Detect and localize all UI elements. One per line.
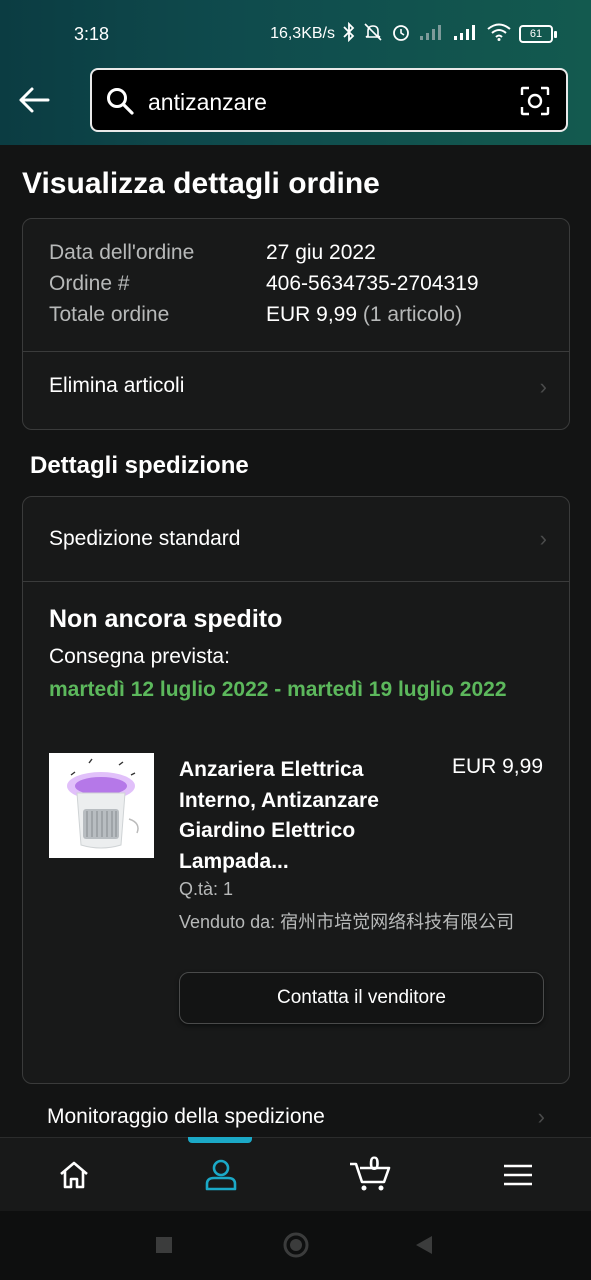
search-query[interactable]: antizanzare xyxy=(148,89,267,116)
order-date-value: 27 giu 2022 xyxy=(266,241,376,264)
contact-seller-button[interactable]: Contatta il venditore xyxy=(179,972,544,1024)
status-bar: 3:18 16,3KB/s 61 xyxy=(0,0,591,66)
status-time: 3:18 xyxy=(74,24,110,44)
triangle-back-icon xyxy=(416,1236,432,1254)
shipment-status: Non ancora spedito xyxy=(49,605,283,633)
network-speed: 16,3KB/s xyxy=(270,25,335,42)
order-total-amount: EUR 9,99 xyxy=(266,303,358,326)
app-header: 3:18 16,3KB/s 61 antizanzare xyxy=(0,0,591,145)
signal-strong-icon xyxy=(453,23,479,45)
order-item-count: (1 articolo) xyxy=(362,303,463,326)
divider xyxy=(23,581,569,582)
account-icon xyxy=(205,1159,236,1191)
delivery-estimate-label: Consegna prevista: xyxy=(49,645,230,668)
signal-weak-icon xyxy=(419,23,445,45)
search-input[interactable]: antizanzare xyxy=(90,68,568,132)
order-number-row: Ordine # 406-5634735-2704319 xyxy=(49,272,479,296)
order-total-label: Totale ordine xyxy=(49,303,170,326)
status-icons: 16,3KB/s 61 xyxy=(270,21,557,46)
back-arrow-icon xyxy=(19,87,50,113)
track-shipment-link[interactable]: Monitoraggio della spedizione xyxy=(47,1105,325,1129)
shipping-method-link[interactable]: Spedizione standard › xyxy=(23,497,569,581)
alarm-icon xyxy=(391,22,411,46)
mosquito-lamp-image xyxy=(49,753,154,858)
product-quantity: Q.tà: 1 xyxy=(179,879,234,899)
chevron-right-icon: › xyxy=(539,526,547,551)
chevron-right-icon: › xyxy=(539,374,547,399)
square-icon xyxy=(156,1237,172,1253)
delete-items-label[interactable]: Elimina articoli xyxy=(49,374,184,398)
order-number-value: 406-5634735-2704319 xyxy=(266,272,479,295)
circle-icon xyxy=(283,1232,309,1258)
nav-menu[interactable] xyxy=(444,1138,591,1212)
seller-label: Venduto da: xyxy=(179,912,276,932)
order-total-value: EUR 9,99 (1 articolo) xyxy=(266,303,462,327)
bottom-navigation: 0 xyxy=(0,1137,591,1211)
home-system-button[interactable] xyxy=(282,1231,310,1264)
back-button[interactable] xyxy=(14,80,54,120)
battery-indicator: 61 xyxy=(519,25,557,43)
order-date-row: Data dell'ordine 27 giu 2022 xyxy=(49,241,376,265)
seller-info: Venduto da: 宿州市培觉网络科技有限公司 xyxy=(179,907,539,937)
delete-items-link[interactable]: Elimina articoli › xyxy=(23,352,569,430)
bluetooth-icon xyxy=(343,21,355,46)
nav-cart[interactable]: 0 xyxy=(296,1138,443,1212)
delivery-estimate-dates: martedì 12 luglio 2022 - martedì 19 lugl… xyxy=(49,678,507,701)
seller-name[interactable]: 宿州市培觉网络科技有限公司 xyxy=(280,912,514,932)
shipment-card: Spedizione standard › Non ancora spedito… xyxy=(22,496,570,1084)
mute-bell-icon xyxy=(363,22,383,46)
recents-button[interactable] xyxy=(155,1236,173,1259)
order-total-row: Totale ordine EUR 9,99 (1 articolo) xyxy=(49,303,462,327)
shipping-section-title: Dettagli spedizione xyxy=(30,452,249,479)
order-date-label: Data dell'ordine xyxy=(49,241,195,264)
product-price: EUR 9,99 xyxy=(451,755,543,778)
system-navigation-bar xyxy=(0,1211,591,1280)
chevron-right-icon: › xyxy=(537,1104,545,1129)
nav-home[interactable] xyxy=(0,1138,147,1212)
page-title: Visualizza dettagli ordine xyxy=(22,167,380,200)
shipping-method-label[interactable]: Spedizione standard xyxy=(49,527,240,551)
camera-search-icon[interactable] xyxy=(520,86,550,121)
wifi-icon xyxy=(487,23,511,45)
back-system-button[interactable] xyxy=(414,1235,434,1260)
nav-account[interactable] xyxy=(147,1138,294,1212)
order-summary-card: Data dell'ordine 27 giu 2022 Ordine # 40… xyxy=(22,218,570,430)
order-number-label: Ordine # xyxy=(49,272,130,295)
product-title-link[interactable]: Anzariera Elettrica Interno, Antizanzare… xyxy=(179,755,419,877)
product-image[interactable] xyxy=(49,753,154,858)
menu-icon xyxy=(503,1164,532,1186)
search-icon[interactable] xyxy=(106,87,134,120)
home-icon xyxy=(59,1161,88,1189)
cart-count: 0 xyxy=(369,1154,380,1175)
